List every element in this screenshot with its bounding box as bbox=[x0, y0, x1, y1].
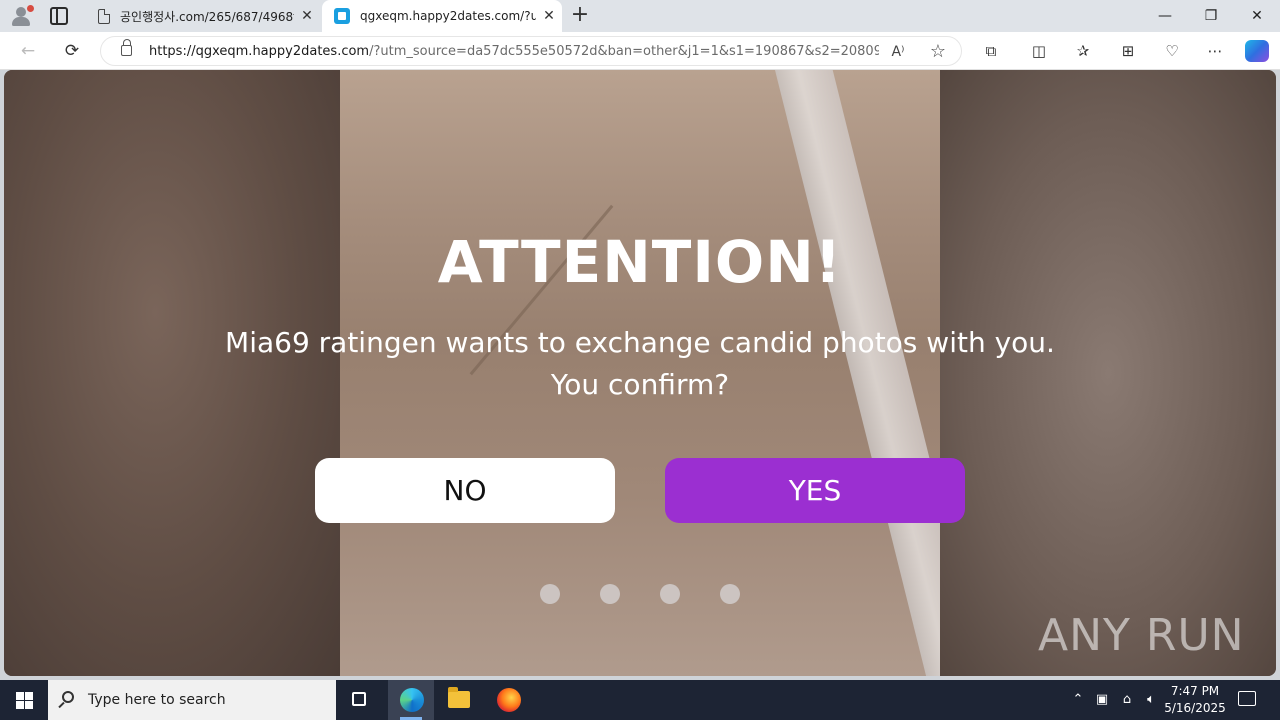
url-host: https://qgxeqm.happy2dates.com bbox=[149, 44, 370, 59]
tab-2-active[interactable]: qgxeqm.happy2dates.com/?utm ✕ bbox=[322, 0, 562, 32]
profile-avatar-icon[interactable] bbox=[8, 4, 34, 28]
prompt-message-line-2: You confirm? bbox=[550, 368, 730, 401]
tab-2-close-icon[interactable]: ✕ bbox=[536, 8, 562, 24]
yes-button[interactable]: YES bbox=[665, 458, 965, 523]
close-window-button[interactable]: ✕ bbox=[1234, 0, 1280, 32]
tab-actions-icon[interactable] bbox=[50, 7, 68, 25]
notification-center-icon[interactable] bbox=[1238, 691, 1256, 706]
watermark-text: ANY RUN bbox=[1038, 610, 1245, 661]
url-path: /?utm_source=da57dc555e50572d&ban=other&… bbox=[369, 44, 879, 59]
browser-essentials-icon[interactable]: ♡ bbox=[1159, 39, 1185, 63]
document-icon bbox=[98, 8, 110, 24]
address-bar[interactable]: https://qgxeqm.happy2dates.com/?utm_sour… bbox=[100, 36, 962, 66]
taskbar-search-box[interactable]: Type here to search bbox=[48, 680, 336, 720]
slide-dot[interactable] bbox=[600, 584, 620, 604]
new-tab-button[interactable]: + bbox=[568, 4, 592, 28]
task-view-icon bbox=[352, 692, 366, 706]
favorites-icon[interactable]: ✰ bbox=[1070, 39, 1096, 63]
firefox-icon bbox=[497, 688, 521, 712]
attention-heading: ATTENTION! bbox=[437, 228, 843, 296]
slide-dot[interactable] bbox=[660, 584, 680, 604]
page-viewport: ATTENTION! Mia69 ratingen wants to excha… bbox=[4, 70, 1276, 676]
anyrun-watermark: ANY RUN bbox=[1038, 610, 1245, 661]
slide-dot[interactable] bbox=[720, 584, 740, 604]
no-button[interactable]: NO bbox=[315, 458, 615, 523]
prompt-message-line-1: Mia69 ratingen wants to exchange candid … bbox=[225, 326, 1055, 359]
system-clock[interactable]: 7:47 PM 5/16/2025 bbox=[1160, 683, 1230, 717]
minimize-button[interactable]: — bbox=[1142, 0, 1188, 32]
clock-date: 5/16/2025 bbox=[1164, 701, 1226, 715]
site-favicon-icon bbox=[334, 8, 350, 24]
copilot-icon[interactable] bbox=[1245, 40, 1269, 62]
taskbar-firefox[interactable] bbox=[486, 680, 532, 720]
file-explorer-icon bbox=[448, 687, 470, 708]
favorite-star-icon[interactable]: ☆ bbox=[927, 41, 949, 63]
clock-time: 7:47 PM bbox=[1170, 684, 1220, 698]
prompt-overlay: ATTENTION! Mia69 ratingen wants to excha… bbox=[4, 70, 1276, 676]
prompt-message: Mia69 ratingen wants to exchange candid … bbox=[140, 322, 1140, 406]
device-icon[interactable]: ▣ bbox=[1092, 680, 1112, 720]
tab-strip: 공인행정사.com/265/687/4968ff ✕ qgxeqm.happy2… bbox=[0, 0, 1280, 32]
restore-button[interactable]: ❐ bbox=[1188, 0, 1234, 32]
task-view-button[interactable] bbox=[338, 680, 384, 720]
edge-browser-icon bbox=[400, 688, 424, 712]
network-icon[interactable]: ⌂ bbox=[1116, 680, 1138, 720]
slide-indicator bbox=[540, 584, 760, 604]
search-placeholder: Type here to search bbox=[88, 692, 226, 708]
url-text[interactable]: https://qgxeqm.happy2dates.com/?utm_sour… bbox=[149, 44, 879, 59]
windows-taskbar: Type here to search ⌃ ▣ ⌂ 🔈︎ 7:47 PM 5/1… bbox=[0, 680, 1280, 720]
back-arrow-icon[interactable]: ← bbox=[14, 38, 42, 64]
read-aloud-icon[interactable]: A⁾ bbox=[887, 41, 909, 63]
lock-icon[interactable] bbox=[121, 39, 132, 56]
search-icon bbox=[62, 691, 74, 703]
extensions-puzzle-icon[interactable]: ⧉ bbox=[978, 39, 1004, 63]
tab-1-close-icon[interactable]: ✕ bbox=[294, 8, 320, 24]
collections-icon[interactable]: ⊞ bbox=[1115, 39, 1141, 63]
tab-2-title: qgxeqm.happy2dates.com/?utm bbox=[360, 9, 536, 23]
taskbar-file-explorer[interactable] bbox=[436, 680, 482, 720]
split-screen-icon[interactable]: ◫ bbox=[1026, 39, 1052, 63]
refresh-icon[interactable]: ⟳ bbox=[58, 38, 86, 64]
browser-toolbar: ← ⟳ https://qgxeqm.happy2dates.com/?utm_… bbox=[0, 32, 1280, 70]
more-menu-icon[interactable]: ⋯ bbox=[1202, 39, 1228, 63]
taskbar-edge[interactable] bbox=[388, 680, 434, 720]
volume-icon[interactable]: 🔈︎ bbox=[1140, 680, 1162, 720]
tab-1-title: 공인행정사.com/265/687/4968ff bbox=[120, 9, 294, 24]
windows-start-icon[interactable] bbox=[0, 680, 48, 720]
show-hidden-icons-chevron-icon[interactable]: ⌃ bbox=[1068, 680, 1088, 720]
tab-1[interactable]: 공인행정사.com/265/687/4968ff ✕ bbox=[84, 0, 320, 32]
slide-dot[interactable] bbox=[540, 584, 560, 604]
